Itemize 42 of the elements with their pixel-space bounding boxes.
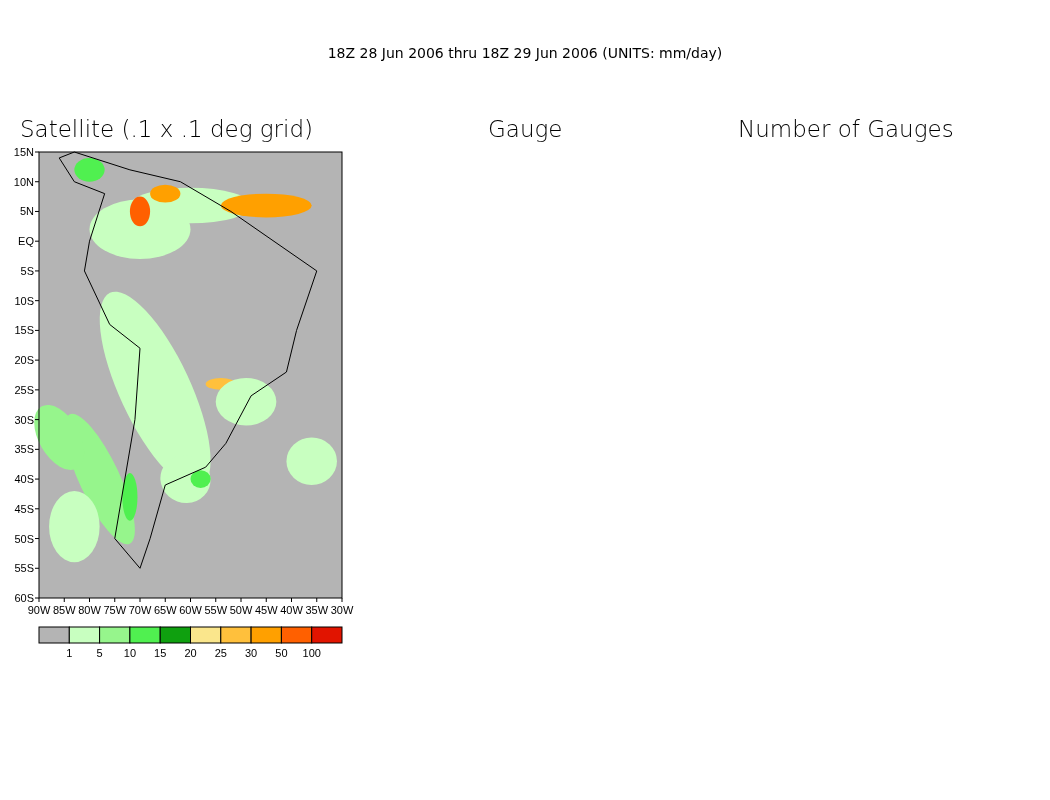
legend-label: 5 <box>96 647 103 659</box>
longitude-label: 55W <box>204 604 228 616</box>
latitude-label: 60S <box>14 592 34 604</box>
longitude-label: 75W <box>103 604 127 616</box>
panel-title: Number of Gauges <box>738 116 954 142</box>
legend-label: 25 <box>214 647 227 659</box>
latitude-label: 25S <box>14 383 34 396</box>
longitude-label: 85W <box>52 604 76 616</box>
longitude-label: 90W <box>27 604 51 616</box>
longitude-label: 50W <box>229 604 253 616</box>
chart-title: 18Z 28 Jun 2006 thru 18Z 29 Jun 2006 (UNITS: mm/day) <box>326 44 724 63</box>
latitude-label: 40S <box>14 473 34 486</box>
legend-label: 10 <box>123 647 136 659</box>
longitude-label: 60W <box>179 604 202 616</box>
latitude-label: 50S <box>14 532 34 545</box>
latitude-label: EQ <box>18 235 34 248</box>
longitude-label: 80W <box>78 604 101 616</box>
latitude-label: 30S <box>14 413 34 426</box>
panel-title: Satellite (.1 x .1 deg grid) <box>20 116 314 142</box>
legend-label: 100 <box>302 647 321 659</box>
longitude-label: 70W <box>128 604 152 616</box>
legend-label: 20 <box>184 647 197 659</box>
latitude-label: 55S <box>14 562 34 575</box>
latitude-label: 5N <box>19 205 34 218</box>
longitude-label: 65W <box>153 604 177 616</box>
panel-title: Gauge <box>488 116 564 142</box>
latitude-label: 35S <box>14 443 34 456</box>
latitude-label: 10N <box>13 175 34 188</box>
latitude-label: 20S <box>14 354 34 367</box>
latitude-label: 10S <box>14 294 34 307</box>
legend-label: 50 <box>275 647 288 659</box>
longitude-label: 30W <box>330 604 354 616</box>
latitude-label: 45S <box>14 502 34 515</box>
longitude-label: 40W <box>280 604 303 616</box>
legend-label: 30 <box>245 647 258 659</box>
legend-label: 15 <box>154 647 167 659</box>
longitude-label: 35W <box>305 604 329 616</box>
latitude-label: 15S <box>14 324 34 337</box>
latitude-label: 15N <box>13 146 34 158</box>
longitude-label: 45W <box>254 604 278 616</box>
latitude-label: 5S <box>20 264 34 277</box>
legend-label: 1 <box>66 647 73 659</box>
